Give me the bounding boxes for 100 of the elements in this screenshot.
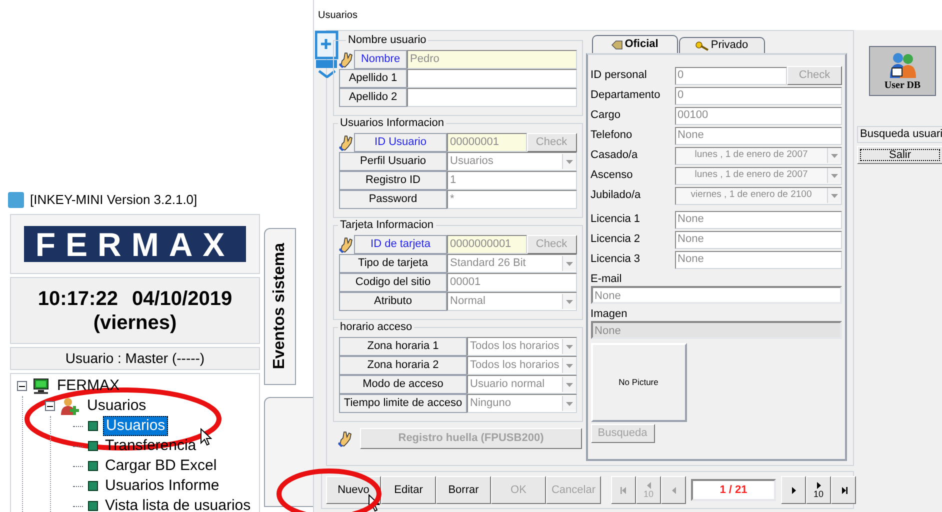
field-label: Licencia 2 xyxy=(590,232,642,248)
input-field[interactable]: 00000001 xyxy=(447,133,527,152)
mouse-pointer-icon xyxy=(200,428,212,446)
next-page-button[interactable] xyxy=(781,476,806,504)
tree-item[interactable]: Usuarios xyxy=(103,416,168,436)
field-label: Cargo xyxy=(590,108,622,124)
field-label: E-mail xyxy=(590,272,623,286)
tree-item[interactable]: Usuarios Informe xyxy=(103,477,222,495)
input-field[interactable]: None xyxy=(674,230,842,248)
side-tab[interactable]: Eventos sistema xyxy=(264,228,296,385)
leaf-node-icon xyxy=(88,441,98,451)
date-picker[interactable]: lunes , 1 de enero de 2007 xyxy=(674,166,842,184)
dropdown-caret-icon[interactable] xyxy=(562,396,576,411)
field-label: Casado/a xyxy=(590,148,639,164)
field-label: Ascenso xyxy=(590,168,634,184)
triangle-left-icon xyxy=(644,481,652,490)
input-field[interactable]: * xyxy=(447,190,577,209)
clock-date: 04/10/2019 xyxy=(132,286,232,310)
input-field[interactable]: 0 xyxy=(674,86,842,104)
field-label: Tipo de tarjeta xyxy=(339,254,447,273)
input-field[interactable]: 0000000001 xyxy=(447,235,527,254)
input-field[interactable]: None xyxy=(590,286,842,304)
group-title: Tarjeta Informacion xyxy=(338,218,436,232)
dropdown-field[interactable]: Usuarios xyxy=(447,152,577,171)
input-field[interactable]: None xyxy=(590,321,842,339)
dropdown-field[interactable]: Todos los horarios xyxy=(467,337,577,356)
input-field[interactable]: 1 xyxy=(447,171,577,190)
user-db-button[interactable]: User DB xyxy=(869,46,936,96)
last-page-button[interactable] xyxy=(831,476,856,504)
input-field[interactable]: 00100 xyxy=(674,106,842,124)
date-picker[interactable]: lunes , 1 de enero de 2007 xyxy=(674,146,842,164)
users-icon xyxy=(888,52,918,80)
field-label: Licencia 3 xyxy=(590,252,642,268)
input-field[interactable]: Pedro xyxy=(407,50,577,69)
tab[interactable]: Oficial xyxy=(592,35,678,53)
dropdown-field[interactable]: Standard 26 Bit xyxy=(447,254,577,273)
exit-button[interactable]: Salir xyxy=(857,146,942,164)
triangle-left-icon xyxy=(670,486,678,494)
field-label: Tiempo limite de acceso xyxy=(339,394,467,413)
field-label: Registro ID xyxy=(339,171,447,190)
dropdown-caret-icon[interactable] xyxy=(562,256,576,271)
user-label: Usuario : Master (-----) xyxy=(65,349,205,368)
dropdown-field[interactable]: Ninguno xyxy=(467,394,577,413)
tree-item[interactable]: FERMAX xyxy=(55,377,122,395)
users-icon xyxy=(60,396,80,416)
app-icon xyxy=(8,192,24,208)
no-picture-text: No Picture xyxy=(618,376,658,389)
hand-icon xyxy=(338,430,353,447)
forward-ten-button[interactable]: 10 xyxy=(806,476,831,504)
field-label: Telefono xyxy=(590,128,634,144)
dropdown-field[interactable]: Usuario normal xyxy=(467,375,577,394)
field-label: Apellido 1 xyxy=(339,69,407,88)
tree-item[interactable]: Usuarios xyxy=(85,397,148,415)
skip-back-icon xyxy=(620,486,628,494)
mouse-pointer-icon xyxy=(368,494,380,512)
dropdown-field[interactable]: Todos los horarios xyxy=(467,356,577,375)
field-label: Imagen xyxy=(590,307,628,321)
field-label: Jubilado/a xyxy=(590,188,642,204)
toolbar-button[interactable]: Borrar xyxy=(436,476,491,504)
date-picker[interactable]: viernes , 1 de enero de 2100 xyxy=(674,186,842,204)
brand-logo: FERMAX xyxy=(24,226,246,262)
dropdown-caret-icon[interactable] xyxy=(562,294,576,309)
field-label: Password xyxy=(339,190,447,209)
field-label: ID de tarjeta xyxy=(354,235,447,254)
input-field[interactable] xyxy=(407,69,577,88)
triangle-right-icon xyxy=(790,486,798,494)
input-field[interactable]: None xyxy=(674,250,842,268)
toolbar-button[interactable]: Editar xyxy=(381,476,436,504)
leaf-node-icon xyxy=(88,481,98,491)
collapse-toggle[interactable] xyxy=(45,401,55,411)
dropdown-field[interactable]: Normal xyxy=(447,292,577,311)
leaf-node-icon xyxy=(88,501,98,511)
dropdown-caret-icon[interactable] xyxy=(827,148,841,163)
skip-forward-icon xyxy=(840,486,848,494)
dropdown-caret-icon[interactable] xyxy=(827,168,841,183)
page-field[interactable]: 1 / 21 xyxy=(691,479,776,501)
check-button[interactable]: Check xyxy=(526,133,577,152)
input-field[interactable]: None xyxy=(674,210,842,228)
dropdown-caret-icon[interactable] xyxy=(562,339,576,354)
check-button[interactable]: Check xyxy=(787,66,842,85)
dropdown-caret-icon[interactable] xyxy=(827,188,841,203)
tab[interactable]: Privado xyxy=(678,37,765,53)
input-field[interactable]: 00001 xyxy=(447,273,577,292)
field-label: Departamento xyxy=(590,88,662,104)
field-label: Atributo xyxy=(339,292,447,311)
tree-item[interactable]: Cargar BD Excel xyxy=(103,457,219,475)
search-user-label: Busqueda usuari xyxy=(857,126,942,143)
input-field[interactable]: None xyxy=(674,126,842,144)
input-field[interactable]: 0 xyxy=(674,66,787,84)
collapse-toggle[interactable] xyxy=(17,381,27,391)
dropdown-caret-icon[interactable] xyxy=(562,358,576,373)
input-field[interactable] xyxy=(407,88,577,107)
window-title: [INKEY-MINI Version 3.2.1.0] xyxy=(30,191,198,210)
field-label: Modo de acceso xyxy=(339,375,467,394)
dropdown-caret-icon[interactable] xyxy=(562,377,576,392)
dropdown-caret-icon[interactable] xyxy=(562,154,576,169)
hand-icon xyxy=(339,51,354,68)
hand-icon xyxy=(339,236,354,253)
tree-item[interactable]: Vista lista de usuarios xyxy=(103,497,253,512)
check-button[interactable]: Check xyxy=(526,235,577,254)
